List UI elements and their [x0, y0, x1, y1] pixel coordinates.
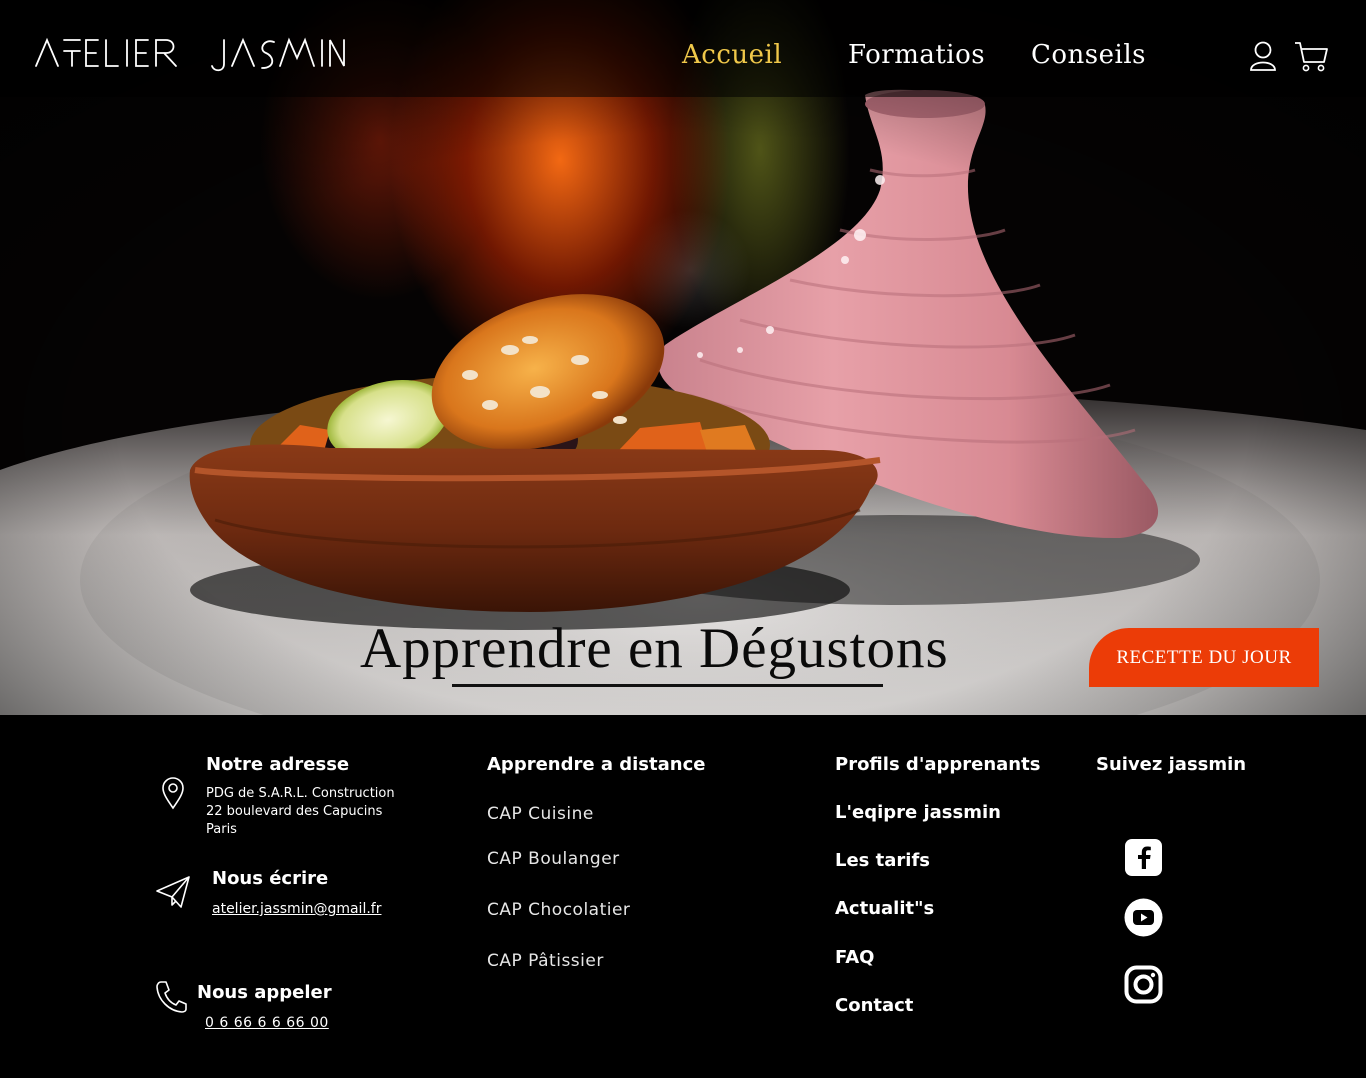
address-line: PDG de S.A.R.L. Construction: [206, 786, 395, 801]
write-title: Nous écrire: [212, 868, 329, 889]
phone-link[interactable]: 0 6 66 6 6 66 00: [205, 1014, 329, 1032]
tagline-underline: [452, 684, 883, 687]
address-line: 22 boulevard des Capucins: [206, 804, 383, 819]
youtube-icon[interactable]: [1124, 898, 1163, 937]
link-tarifs[interactable]: Les tarifs: [835, 850, 930, 871]
nav-accueil[interactable]: Accueil: [682, 40, 782, 70]
address-block: PDG de S.A.R.L. Construction 22 boulevar…: [206, 785, 395, 839]
hero-banner: Accueil Formatios Conseils Apprendre en …: [0, 0, 1366, 715]
link-actualites[interactable]: Actualit"s: [835, 898, 934, 919]
site-logo[interactable]: [34, 36, 346, 74]
recette-button-label: RECETTE DU JOUR: [1116, 647, 1292, 668]
instagram-icon[interactable]: [1124, 965, 1163, 1004]
nav-conseils[interactable]: Conseils: [1031, 40, 1146, 70]
hero-tagline: Apprendre en Dégustons: [360, 617, 949, 680]
nav-formatios[interactable]: Formatios: [848, 40, 985, 70]
paper-plane-icon: [156, 876, 190, 908]
link-faq[interactable]: FAQ: [835, 947, 874, 968]
link-cap-boulanger[interactable]: CAP Boulanger: [487, 849, 620, 869]
social-title: Suivez jassmin: [1096, 754, 1247, 775]
site-footer: Notre adresse PDG de S.A.R.L. Constructi…: [0, 715, 1366, 1078]
link-cap-cuisine[interactable]: CAP Cuisine: [487, 804, 594, 824]
link-cap-chocolatier[interactable]: CAP Chocolatier: [487, 900, 630, 920]
facebook-icon[interactable]: [1124, 838, 1163, 877]
phone-icon: [156, 981, 187, 1013]
user-icon[interactable]: [1249, 40, 1277, 72]
top-header: Accueil Formatios Conseils: [0, 0, 1366, 97]
location-pin-icon: [162, 777, 184, 810]
link-contact[interactable]: Contact: [835, 995, 913, 1016]
email-link[interactable]: atelier.jassmin@gmail.fr: [212, 900, 381, 918]
recette-du-jour-button[interactable]: RECETTE DU JOUR: [1089, 628, 1319, 687]
tajine-photo: [0, 0, 1366, 715]
cart-icon[interactable]: [1293, 40, 1329, 72]
address-line: Paris: [206, 822, 237, 837]
link-cap-patissier[interactable]: CAP Pâtissier: [487, 951, 604, 971]
link-profils[interactable]: Profils d'apprenants: [835, 754, 1040, 775]
address-title: Notre adresse: [206, 754, 350, 775]
call-title: Nous appeler: [197, 982, 332, 1003]
distance-title: Apprendre a distance: [487, 754, 706, 775]
link-equipe[interactable]: L'eqipre jassmin: [835, 802, 1001, 823]
